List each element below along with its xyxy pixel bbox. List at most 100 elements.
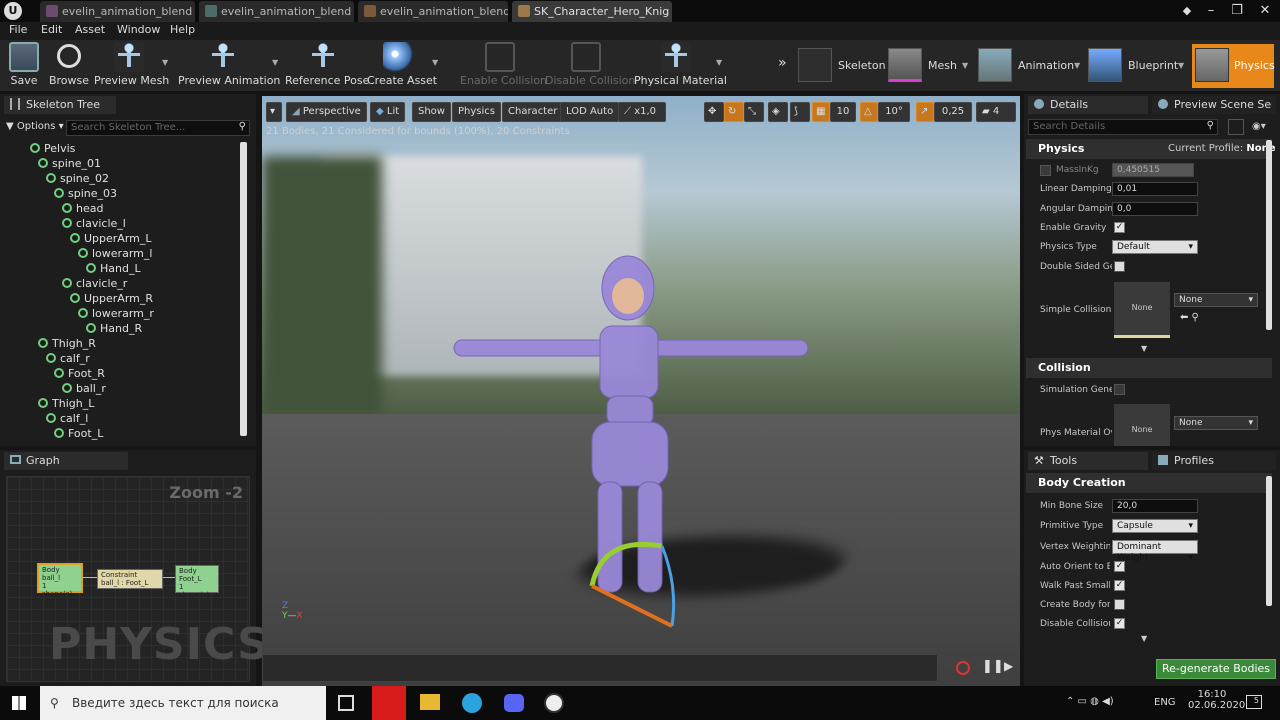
tools-tab[interactable]: ⚒ Tools: [1028, 452, 1148, 470]
scale-snap-icon[interactable]: ↗: [916, 102, 934, 122]
tree-bone-pelvis[interactable]: Pelvis: [30, 142, 75, 155]
tree-scrollbar[interactable]: [240, 142, 247, 436]
min-bone-size-field[interactable]: 20,0: [1112, 499, 1198, 513]
tree-bone-upperarm_r[interactable]: UpperArm_R: [70, 292, 153, 305]
tree-bone-spine_02[interactable]: spine_02: [46, 172, 109, 185]
rotation-snap-icon[interactable]: △: [860, 102, 878, 122]
speed-button[interactable]: ⟋ x1,0: [618, 102, 666, 122]
menu-window[interactable]: Window: [117, 23, 160, 36]
browse-button[interactable]: Browse: [48, 42, 90, 90]
physical-material-button[interactable]: Physical Material: [634, 42, 727, 90]
graph-tab[interactable]: Graph: [4, 452, 128, 470]
tree-bone-lowerarm_l[interactable]: lowerarm_l: [78, 247, 152, 260]
lit-button[interactable]: ◆ Lit: [370, 102, 406, 122]
preview-mesh-dropdown-icon[interactable]: ▼: [162, 58, 168, 67]
scale-snap-value[interactable]: 0,25: [934, 102, 972, 122]
physics-type-dropdown[interactable]: Default ▾: [1112, 240, 1198, 254]
double-sided-checkbox[interactable]: [1114, 261, 1125, 272]
mass-override-checkbox[interactable]: [1040, 165, 1051, 176]
phys-material-thumbnail[interactable]: None: [1114, 404, 1170, 446]
tree-bone-clavicle_l[interactable]: clavicle_l: [62, 217, 126, 230]
simple-collision-thumbnail[interactable]: None: [1114, 282, 1170, 338]
skeleton-search-input[interactable]: Search Skeleton Tree... ⚲: [66, 120, 250, 136]
profiles-tab[interactable]: Profiles: [1152, 452, 1276, 470]
taskbar-search-input[interactable]: ⚲ Введите здесь текст для поиска: [40, 686, 326, 720]
physics-button[interactable]: Physics: [452, 102, 501, 122]
menu-edit[interactable]: Edit: [41, 23, 62, 36]
disable-collisions-checkbox[interactable]: ✓: [1114, 618, 1125, 629]
animation-dropdown-icon[interactable]: ▼: [1074, 61, 1080, 70]
rotation-gizmo-z[interactable]: [660, 545, 676, 627]
phys-material-dropdown[interactable]: None ▾: [1174, 416, 1258, 430]
tree-bone-calf_r[interactable]: calf_r: [46, 352, 90, 365]
rotation-gizmo-x[interactable]: [591, 584, 673, 628]
tree-bone-thigh_r[interactable]: Thigh_R: [38, 337, 96, 350]
auto-orient-checkbox[interactable]: ✓: [1114, 561, 1125, 572]
mode-physics[interactable]: Physics: [1192, 44, 1275, 88]
tree-bone-clavicle_r[interactable]: clavicle_r: [62, 277, 127, 290]
clock[interactable]: 16:10 02.06.2020: [1188, 689, 1245, 711]
blueprint-dropdown-icon[interactable]: ▼: [1178, 61, 1184, 70]
tree-bone-spine_01[interactable]: spine_01: [38, 157, 101, 170]
primitive-type-dropdown[interactable]: Capsule ▾: [1112, 519, 1198, 533]
simple-collision-dropdown[interactable]: None ▾: [1174, 293, 1258, 307]
menu-file[interactable]: File: [9, 23, 27, 36]
perspective-button[interactable]: ◢ Perspective: [286, 102, 367, 122]
view-options-icon[interactable]: [1228, 119, 1244, 135]
preview-scene-tab[interactable]: Preview Scene Se: [1152, 96, 1276, 114]
file-explorer-icon[interactable]: [420, 694, 440, 710]
create-body-checkbox[interactable]: [1114, 599, 1125, 610]
camera-speed-button[interactable]: ▰ 4: [976, 102, 1016, 122]
menu-asset[interactable]: Asset: [75, 23, 105, 36]
regenerate-bodies-button[interactable]: Re-generate Bodies: [1156, 659, 1276, 679]
pause-button[interactable]: ❚❚: [982, 659, 1004, 674]
step-forward-button[interactable]: ▶: [1004, 659, 1013, 673]
menu-help[interactable]: Help: [170, 23, 195, 36]
use-selected-arrow-icon[interactable]: ⬅ ⚲: [1180, 312, 1199, 323]
mode-skeleton[interactable]: Skeleton: [798, 46, 886, 86]
windows-start-icon[interactable]: [12, 696, 26, 710]
enable-collision-button[interactable]: Enable Collision: [460, 42, 547, 90]
details-tab[interactable]: Details: [1028, 96, 1148, 114]
unreal-taskbar-icon[interactable]: [544, 693, 564, 713]
opera-icon[interactable]: [372, 686, 406, 720]
telegram-icon[interactable]: [462, 693, 482, 713]
document-tab-1[interactable]: evelin_animation_blend: [40, 1, 195, 22]
simulation-generate-checkbox[interactable]: [1114, 384, 1125, 395]
show-button[interactable]: Show: [412, 102, 451, 122]
close-button[interactable]: ✕: [1250, 0, 1280, 22]
create-asset-button[interactable]: Create Asset: [367, 42, 437, 90]
record-button[interactable]: [956, 661, 970, 675]
grid-snap-icon[interactable]: ▦: [812, 102, 830, 122]
grid-snap-value[interactable]: 10: [830, 102, 856, 122]
tree-bone-head[interactable]: head: [62, 202, 103, 215]
walk-past-checkbox[interactable]: ✓: [1114, 580, 1125, 591]
tree-bone-foot_l[interactable]: Foot_L: [54, 427, 103, 440]
lod-button[interactable]: LOD Auto: [560, 102, 620, 122]
rotate-icon[interactable]: ↻: [724, 102, 744, 122]
notification-icon[interactable]: 5: [1246, 695, 1262, 709]
mode-blueprint[interactable]: Blueprint: [1088, 46, 1184, 86]
translate-icon[interactable]: ✥: [704, 102, 724, 122]
expand-arrow-icon[interactable]: ▼: [1141, 634, 1147, 643]
tray-icons[interactable]: ⌃ ▭ ◍ ◀): [1066, 696, 1114, 707]
preview-mesh-button[interactable]: Preview Mesh: [94, 42, 169, 90]
tree-bone-spine_03[interactable]: spine_03: [54, 187, 117, 200]
linear-damping-field[interactable]: 0,01: [1112, 182, 1198, 196]
tree-bone-hand_l[interactable]: Hand_L: [86, 262, 141, 275]
document-tab-3[interactable]: evelin_animation_blend_l: [358, 1, 508, 22]
options-button[interactable]: ▼ Options ▾: [6, 121, 64, 132]
create-asset-dropdown-icon[interactable]: ▼: [432, 58, 438, 67]
disable-collision-button[interactable]: Disable Collision: [545, 42, 635, 90]
viewport-options-button[interactable]: ▾: [266, 102, 282, 122]
rotation-snap-value[interactable]: 10°: [878, 102, 910, 122]
graph-node-constraint[interactable]: Constraint ball_l : Foot_L: [97, 569, 163, 589]
tree-bone-upperarm_l[interactable]: UpperArm_L: [70, 232, 152, 245]
document-tab-2[interactable]: evelin_animation_blend: [199, 1, 354, 22]
details-scrollbar[interactable]: [1266, 140, 1272, 330]
tools-scrollbar[interactable]: [1266, 476, 1272, 606]
maximize-button[interactable]: ❐: [1222, 0, 1252, 22]
skeleton-tree-tab[interactable]: Skeleton Tree: [4, 96, 116, 114]
reference-pose-button[interactable]: Reference Pose: [285, 42, 369, 90]
mesh-dropdown-icon[interactable]: ▼: [962, 61, 968, 70]
